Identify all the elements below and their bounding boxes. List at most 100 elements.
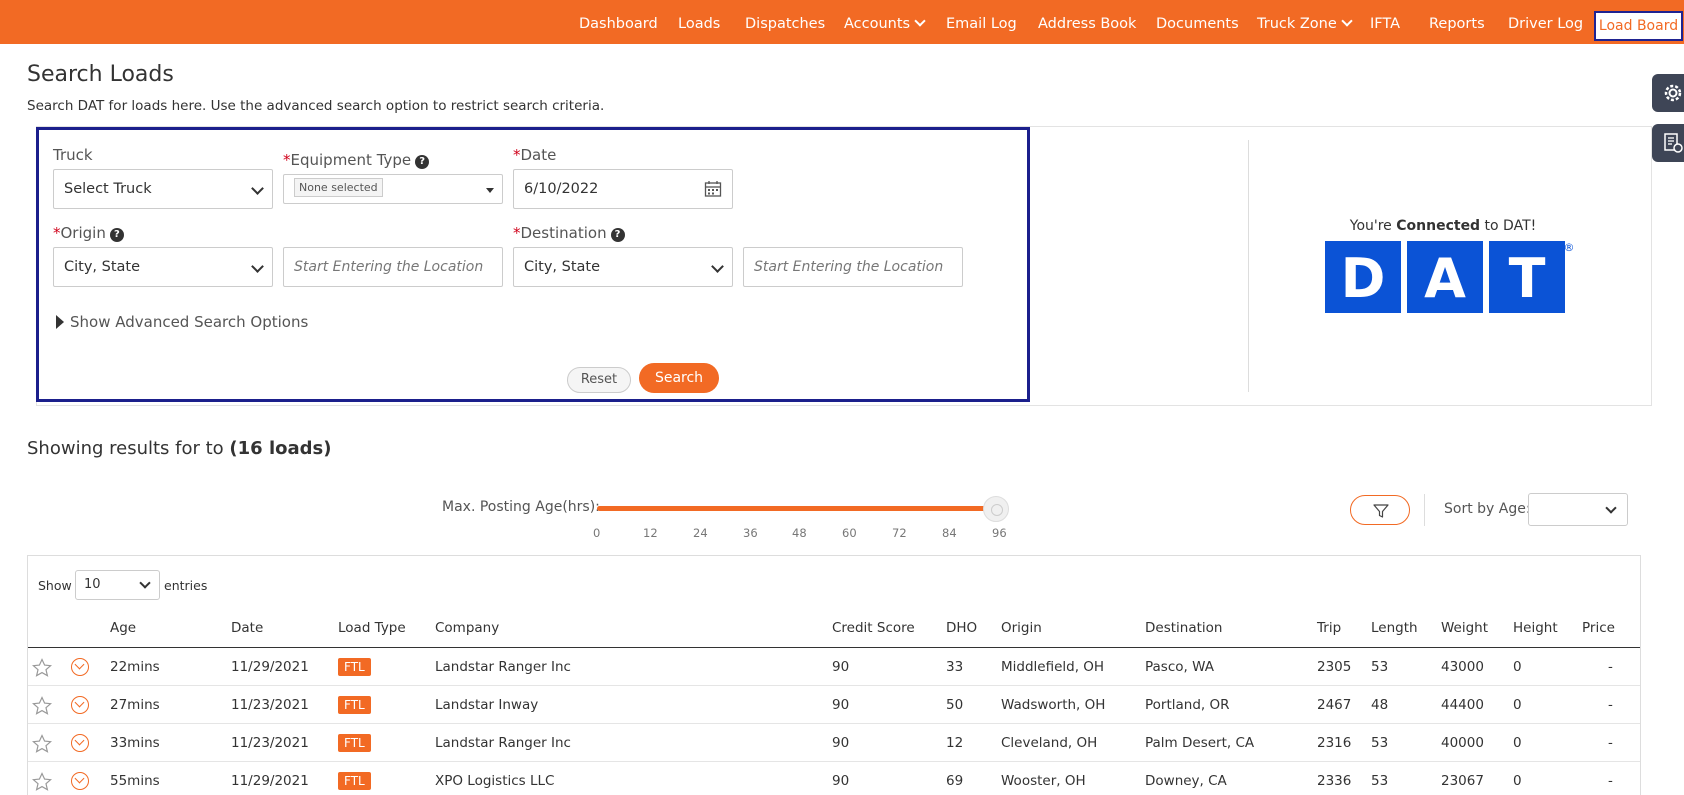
column-header-destination[interactable]: Destination	[1145, 620, 1222, 636]
cell-trip: 2467	[1317, 697, 1352, 713]
gear-icon	[1664, 84, 1682, 102]
reset-button[interactable]: Reset	[567, 367, 631, 393]
slider-tick: 48	[792, 526, 807, 540]
nav-dashboard[interactable]: Dashboard	[579, 0, 658, 44]
truck-select[interactable]: Select Truck	[53, 169, 273, 209]
column-header-age[interactable]: Age	[110, 620, 136, 636]
date-input[interactable]: 6/10/2022	[513, 169, 733, 209]
column-header-trip[interactable]: Trip	[1317, 620, 1341, 636]
cell-length: 48	[1371, 697, 1389, 713]
chevron-down-icon	[139, 577, 151, 589]
table-row[interactable]: 22mins 11/29/2021 FTL Landstar Ranger In…	[28, 648, 1640, 686]
favorite-star-icon[interactable]	[32, 658, 52, 678]
cell-company: Landstar Inway	[435, 697, 539, 713]
cell-dho: 12	[946, 735, 964, 751]
cell-weight: 43000	[1441, 659, 1484, 675]
nav-accounts[interactable]: Accounts	[844, 0, 926, 44]
nav-truck-zone[interactable]: Truck Zone	[1257, 0, 1353, 44]
search-button[interactable]: Search	[639, 363, 719, 393]
column-header-company[interactable]: Company	[435, 620, 499, 636]
chevron-down-icon	[251, 182, 264, 195]
nav-loads[interactable]: Loads	[678, 0, 720, 44]
entries-per-page-select[interactable]: 10	[75, 570, 160, 600]
nav-driver-log[interactable]: Driver Log	[1508, 0, 1583, 44]
filter-icon	[1373, 504, 1389, 518]
cell-company: Landstar Ranger Inc	[435, 735, 571, 751]
favorite-star-icon[interactable]	[32, 734, 52, 754]
date-label-text: Date	[520, 146, 557, 164]
help-icon[interactable]: ?	[610, 228, 625, 242]
equipment-select-value: None selected	[294, 178, 383, 197]
column-header-weight[interactable]: Weight	[1441, 620, 1488, 636]
nav-ifta[interactable]: IFTA	[1370, 0, 1400, 44]
column-header-length[interactable]: Length	[1371, 620, 1418, 636]
nav-reports[interactable]: Reports	[1429, 0, 1485, 44]
dat-status-suffix: to DAT!	[1480, 218, 1537, 234]
column-header-price[interactable]: Price	[1582, 620, 1615, 636]
cell-age: 55mins	[110, 773, 160, 789]
load-type-badge: FTL	[338, 696, 371, 714]
nav-reports-label: Reports	[1429, 16, 1485, 32]
column-header-date[interactable]: Date	[231, 620, 263, 636]
dat-letter-a: A	[1424, 247, 1466, 310]
expand-row-icon[interactable]	[71, 696, 89, 714]
column-header-dho[interactable]: DHO	[946, 620, 977, 636]
cell-length: 53	[1371, 659, 1389, 675]
table-row[interactable]: 33mins 11/23/2021 FTL Landstar Ranger In…	[28, 724, 1640, 762]
column-header-credit-score[interactable]: Credit Score	[832, 620, 915, 636]
truck-label: Truck	[53, 146, 93, 164]
cell-dho: 33	[946, 659, 964, 675]
help-icon[interactable]: ?	[109, 228, 124, 242]
origin-select[interactable]: City, State	[53, 247, 273, 287]
load-type-badge: FTL	[338, 658, 371, 676]
expand-row-icon[interactable]	[71, 772, 89, 790]
registered-mark: ®	[1564, 241, 1575, 254]
cell-age: 27mins	[110, 697, 160, 713]
nav-address-book[interactable]: Address Book	[1038, 0, 1136, 44]
expand-row-icon[interactable]	[71, 658, 89, 676]
cell-height: 0	[1513, 773, 1522, 789]
sort-by-age-select[interactable]	[1528, 493, 1628, 526]
cell-trip: 2336	[1317, 773, 1352, 789]
cell-height: 0	[1513, 659, 1522, 675]
column-header-load-type[interactable]: Load Type	[338, 620, 406, 636]
nav-load-board[interactable]: Load Board	[1594, 11, 1683, 41]
load-type-badge: FTL	[338, 772, 371, 790]
table-row[interactable]: 27mins 11/23/2021 FTL Landstar Inway 90 …	[28, 686, 1640, 724]
destination-location-input[interactable]: Start Entering the Location	[743, 247, 963, 287]
calendar-icon[interactable]	[704, 180, 722, 198]
posting-age-slider-handle[interactable]	[983, 496, 1009, 522]
origin-location-input[interactable]: Start Entering the Location	[283, 247, 503, 287]
column-header-height[interactable]: Height	[1513, 620, 1558, 636]
help-icon[interactable]: ?	[415, 155, 430, 169]
filter-button[interactable]	[1350, 495, 1410, 525]
favorite-star-icon[interactable]	[32, 772, 52, 792]
advanced-search-toggle[interactable]: Show Advanced Search Options	[56, 313, 308, 331]
destination-label: *Destination?	[513, 224, 625, 243]
required-mark: *	[513, 146, 521, 164]
table-row[interactable]: 55mins 11/29/2021 FTL XPO Logistics LLC …	[28, 762, 1640, 795]
settings-widget[interactable]	[1652, 74, 1684, 112]
document-widget[interactable]	[1652, 124, 1684, 162]
destination-select[interactable]: City, State	[513, 247, 733, 287]
required-mark: *	[53, 224, 61, 242]
slider-tick: 96	[992, 526, 1007, 540]
favorite-star-icon[interactable]	[32, 696, 52, 716]
cell-length: 53	[1371, 773, 1389, 789]
chevron-down-icon	[251, 260, 264, 273]
posting-age-slider[interactable]	[597, 506, 997, 511]
slider-tick: 24	[693, 526, 708, 540]
equipment-select[interactable]: None selected	[283, 174, 503, 204]
nav-dispatches[interactable]: Dispatches	[745, 0, 825, 44]
cell-age: 33mins	[110, 735, 160, 751]
origin-select-value: City, State	[64, 259, 141, 275]
posting-age-label: Max. Posting Age(hrs):	[442, 499, 600, 515]
nav-email-log[interactable]: Email Log	[946, 0, 1017, 44]
date-input-value: 6/10/2022	[524, 181, 599, 197]
chevron-down-icon	[914, 15, 926, 27]
nav-documents[interactable]: Documents	[1156, 0, 1239, 44]
column-header-origin[interactable]: Origin	[1001, 620, 1042, 636]
slider-tick: 72	[892, 526, 907, 540]
cell-price: -	[1608, 735, 1613, 751]
expand-row-icon[interactable]	[71, 734, 89, 752]
